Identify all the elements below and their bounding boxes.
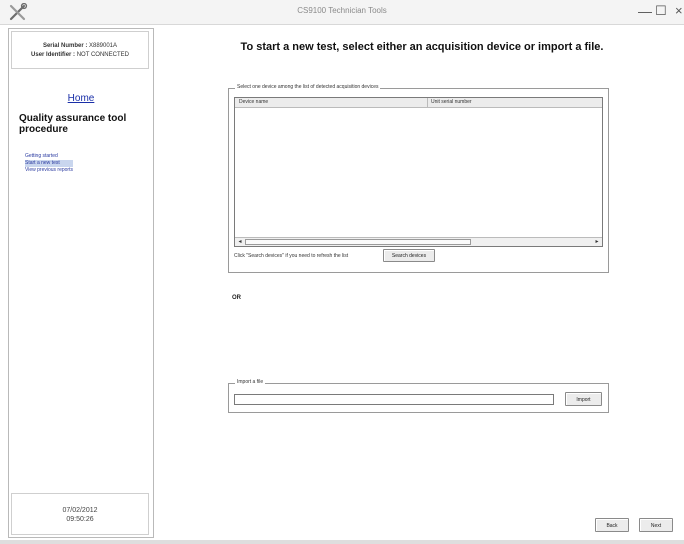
back-button[interactable]: Back	[595, 518, 629, 532]
procedure-title: Quality assurance tool procedure	[19, 113, 127, 135]
device-list[interactable]: Device name Unit serial number ◂ ▸	[234, 97, 603, 247]
import-group-legend: Import a file	[235, 379, 266, 385]
import-file-group: Import a file Import	[228, 379, 609, 413]
current-time: 09:50:26	[66, 516, 94, 523]
user-identifier-line: User Identifier : NOT CONNECTED	[12, 51, 148, 60]
status-bar	[0, 540, 684, 544]
serial-number-value: X889001A	[89, 43, 118, 49]
window-title: CS9100 Technician Tools	[297, 6, 387, 15]
column-header-unit-serial[interactable]: Unit serial number	[431, 99, 472, 105]
column-header-device-name[interactable]: Device name	[239, 99, 268, 105]
user-identifier-label: User Identifier :	[31, 52, 76, 58]
procedure-steps: Getting started Start a new test View pr…	[25, 153, 73, 174]
or-label: OR	[232, 295, 241, 301]
search-devices-button[interactable]: Search devices	[383, 249, 435, 262]
import-button[interactable]: Import	[565, 392, 602, 406]
next-button[interactable]: Next	[639, 518, 673, 532]
scroll-right-icon[interactable]: ▸	[593, 238, 601, 246]
sidebar: Serial Number : X889001A User Identifier…	[8, 28, 154, 538]
step-view-previous-reports[interactable]: View previous reports	[25, 167, 73, 174]
horizontal-scrollbar[interactable]: ◂ ▸	[235, 237, 602, 246]
serial-number-line: Serial Number : X889001A	[12, 42, 148, 51]
device-list-header: Device name Unit serial number	[235, 98, 602, 108]
device-info-box: Serial Number : X889001A User Identifier…	[11, 31, 149, 69]
maximize-icon[interactable]: ☐	[655, 2, 667, 20]
step-getting-started[interactable]: Getting started	[25, 153, 73, 160]
scrollbar-thumb[interactable]	[245, 239, 471, 245]
current-date: 07/02/2012	[62, 507, 98, 514]
title-bar: CS9100 Technician Tools — ☐ ×	[0, 0, 684, 25]
scroll-left-icon[interactable]: ◂	[236, 238, 244, 246]
refresh-hint: Click "Search devices" if you need to re…	[234, 253, 349, 259]
user-identifier-value: NOT CONNECTED	[76, 52, 129, 58]
step-start-new-test[interactable]: Start a new test	[25, 160, 73, 167]
column-separator[interactable]	[427, 98, 428, 107]
datetime-box: 07/02/2012 09:50:26	[11, 493, 149, 535]
close-icon[interactable]: ×	[675, 2, 683, 20]
device-group-legend: Select one device among the list of dete…	[235, 84, 381, 90]
serial-number-label: Serial Number :	[42, 43, 88, 49]
import-file-path-input[interactable]	[234, 394, 554, 405]
home-link[interactable]: Home	[9, 93, 153, 104]
device-selection-group: Select one device among the list of dete…	[228, 84, 609, 273]
minimize-icon[interactable]: —	[638, 2, 652, 20]
page-heading: To start a new test, select either an ac…	[240, 41, 604, 53]
